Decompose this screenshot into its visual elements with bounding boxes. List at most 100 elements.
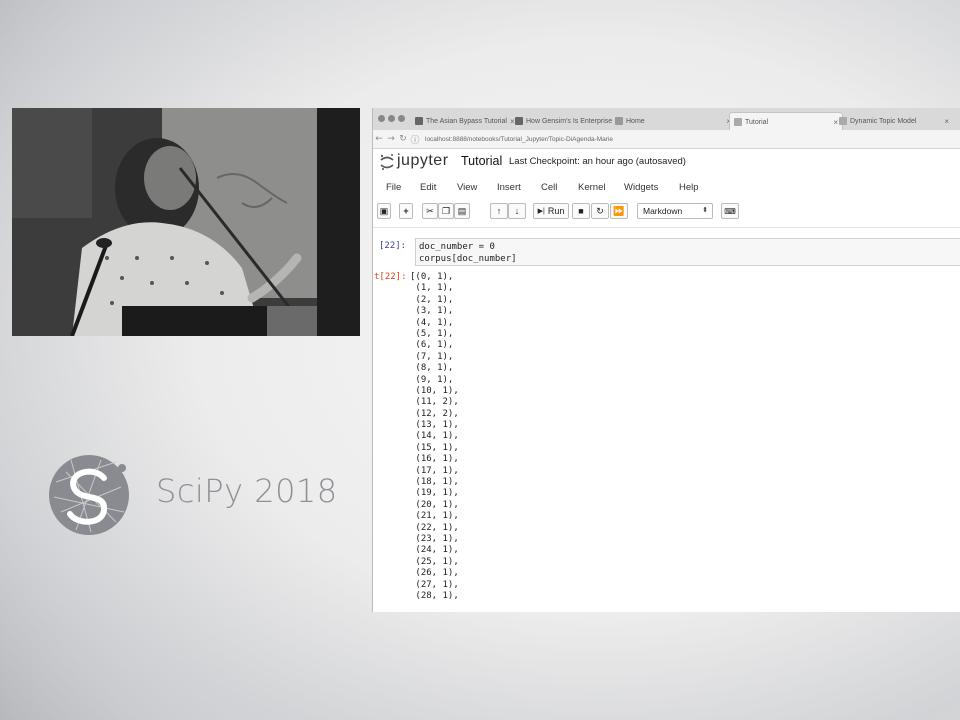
close-tab-icon[interactable]: × (944, 117, 949, 126)
jupyter-wordmark[interactable]: jupyter (397, 152, 449, 170)
output-line: (8, 1), (410, 363, 454, 374)
output-line: (9, 1), (410, 374, 454, 385)
arrow-up-icon: ↑ (496, 206, 502, 216)
save-button[interactable]: ▣ (377, 203, 391, 219)
favicon-icon (515, 117, 523, 125)
output-line: (12, 2), (410, 408, 459, 419)
move-up-button[interactable]: ↑ (490, 203, 508, 219)
info-icon[interactable]: ⓘ (409, 133, 421, 146)
output-text: [(0, 1), (1, 1), (2, 1), (3, 1), (4, 1),… (410, 272, 459, 602)
output-line: (2, 1), (410, 294, 454, 305)
back-icon[interactable]: ← (373, 134, 385, 144)
code-input[interactable]: doc_number = 0 corpus[doc_number] (415, 238, 960, 266)
output-line: (28, 1), (410, 590, 459, 601)
jupyter-logo-icon[interactable] (379, 152, 395, 172)
cell-output: t[22]: [(0, 1), (1, 1), (2, 1), (3, 1), … (373, 272, 960, 612)
checkpoint-status: Last Checkpoint: an hour ago (autosaved) (509, 156, 686, 167)
paste-button[interactable]: ▤ (454, 203, 470, 219)
menu-insert[interactable]: Insert (497, 182, 521, 193)
address-bar: ← → ↻ ⓘ localhost:8888/notebooks/Tutoria… (373, 130, 960, 149)
speaker-video (12, 108, 360, 336)
menu-kernel[interactable]: Kernel (578, 182, 605, 193)
chevron-down-icon: ⬍ (702, 207, 708, 214)
menu-edit[interactable]: Edit (420, 182, 436, 193)
scissors-icon: ✂ (426, 205, 434, 216)
fast-forward-icon: ⏩ (613, 205, 625, 216)
browser-tab-active[interactable]: Tutorial × (729, 112, 843, 131)
reload-icon[interactable]: ↻ (397, 134, 409, 144)
copy-icon: ❐ (441, 205, 451, 216)
minimize-window-icon[interactable] (388, 115, 395, 122)
cell-type-value: Markdown (643, 206, 683, 216)
output-prompt: t[22]: (374, 272, 407, 282)
insert-cell-button[interactable]: + (399, 203, 413, 219)
menu-widgets[interactable]: Widgets (624, 182, 658, 193)
copy-button[interactable]: ❐ (438, 203, 454, 219)
menu-view[interactable]: View (457, 182, 477, 193)
output-line: (5, 1), (410, 328, 454, 339)
scipy-logo-icon (49, 455, 129, 535)
plus-icon: + (403, 206, 409, 216)
browser-tab[interactable]: Home × (611, 112, 735, 130)
code-cell[interactable]: [22]: doc_number = 0 corpus[doc_number] (373, 238, 960, 268)
output-line: (11, 2), (410, 397, 459, 408)
toolbar-divider (373, 227, 960, 228)
output-line: (1, 1), (410, 283, 454, 294)
code-line: doc_number = 0 (419, 242, 495, 252)
stop-icon: ■ (578, 206, 584, 216)
output-line: [(0, 1), (410, 272, 454, 282)
interrupt-button[interactable]: ■ (572, 203, 590, 219)
cut-button[interactable]: ✂ (422, 203, 438, 219)
notebook-title[interactable]: Tutorial (461, 154, 502, 168)
run-label: Run (547, 206, 565, 216)
output-line: (19, 1), (410, 488, 459, 499)
command-palette-button[interactable]: ⌨ (721, 203, 739, 219)
tab-label: Home (626, 117, 645, 125)
output-line: (23, 1), (410, 533, 459, 544)
favicon-icon (839, 117, 847, 125)
speaker-video-image (12, 108, 360, 336)
output-line: (21, 1), (410, 511, 459, 522)
output-line: (24, 1), (410, 545, 459, 556)
browser-tab[interactable]: How Gensim's Is Enterprise × (511, 112, 615, 130)
output-line: (7, 1), (410, 351, 454, 362)
output-line: (27, 1), (410, 579, 459, 590)
conference-title: SciPy 2018 (156, 472, 338, 510)
output-line: (22, 1), (410, 522, 459, 533)
paste-icon: ▤ (457, 205, 467, 216)
url-field[interactable]: localhost:8888/notebooks/Tutorial_Jupyte… (425, 133, 953, 145)
tab-label: Dynamic Topic Model (850, 117, 917, 125)
output-line: (26, 1), (410, 568, 459, 579)
menu-file[interactable]: File (386, 182, 401, 193)
tab-label: The Asian Bypass Tutorial (426, 117, 507, 125)
browser-tab[interactable]: The Asian Bypass Tutorial × (411, 112, 515, 130)
output-line: (3, 1), (410, 306, 454, 317)
menu-cell[interactable]: Cell (541, 182, 557, 193)
output-line: (25, 1), (410, 556, 459, 567)
output-line: (10, 1), (410, 385, 459, 396)
keyboard-icon: ⌨ (724, 206, 736, 216)
restart-run-all-button[interactable]: ⏩ (610, 203, 628, 219)
forward-icon[interactable]: → (385, 134, 397, 144)
output-line: (20, 1), (410, 499, 459, 510)
restart-icon: ↻ (596, 205, 604, 216)
run-button[interactable]: ▶| Run (533, 203, 569, 219)
output-line: (16, 1), (410, 454, 459, 465)
output-line: (15, 1), (410, 442, 459, 453)
notebook-toolbar: ▣ + ✂ ❐ ▤ ↑ ↓ ▶| Run ■ ↻ ⏩ Markdown ⬍ ⌨ (373, 203, 960, 223)
close-window-icon[interactable] (378, 115, 385, 122)
restart-button[interactable]: ↻ (591, 203, 609, 219)
move-down-button[interactable]: ↓ (508, 203, 526, 219)
notebook-header: jupyter Tutorial Last Checkpoint: an hou… (373, 148, 960, 180)
favicon-icon (734, 118, 742, 126)
output-line: (13, 1), (410, 420, 459, 431)
code-line: corpus[doc_number] (419, 254, 517, 264)
cell-type-select[interactable]: Markdown ⬍ (637, 203, 713, 219)
arrow-down-icon: ↓ (514, 206, 520, 216)
favicon-icon (415, 117, 423, 125)
browser-tab[interactable]: Dynamic Topic Model × (835, 112, 953, 130)
maximize-window-icon[interactable] (398, 115, 405, 122)
output-line: (14, 1), (410, 431, 459, 442)
menu-help[interactable]: Help (679, 182, 699, 193)
browser-window: The Asian Bypass Tutorial × How Gensim's… (372, 108, 960, 612)
